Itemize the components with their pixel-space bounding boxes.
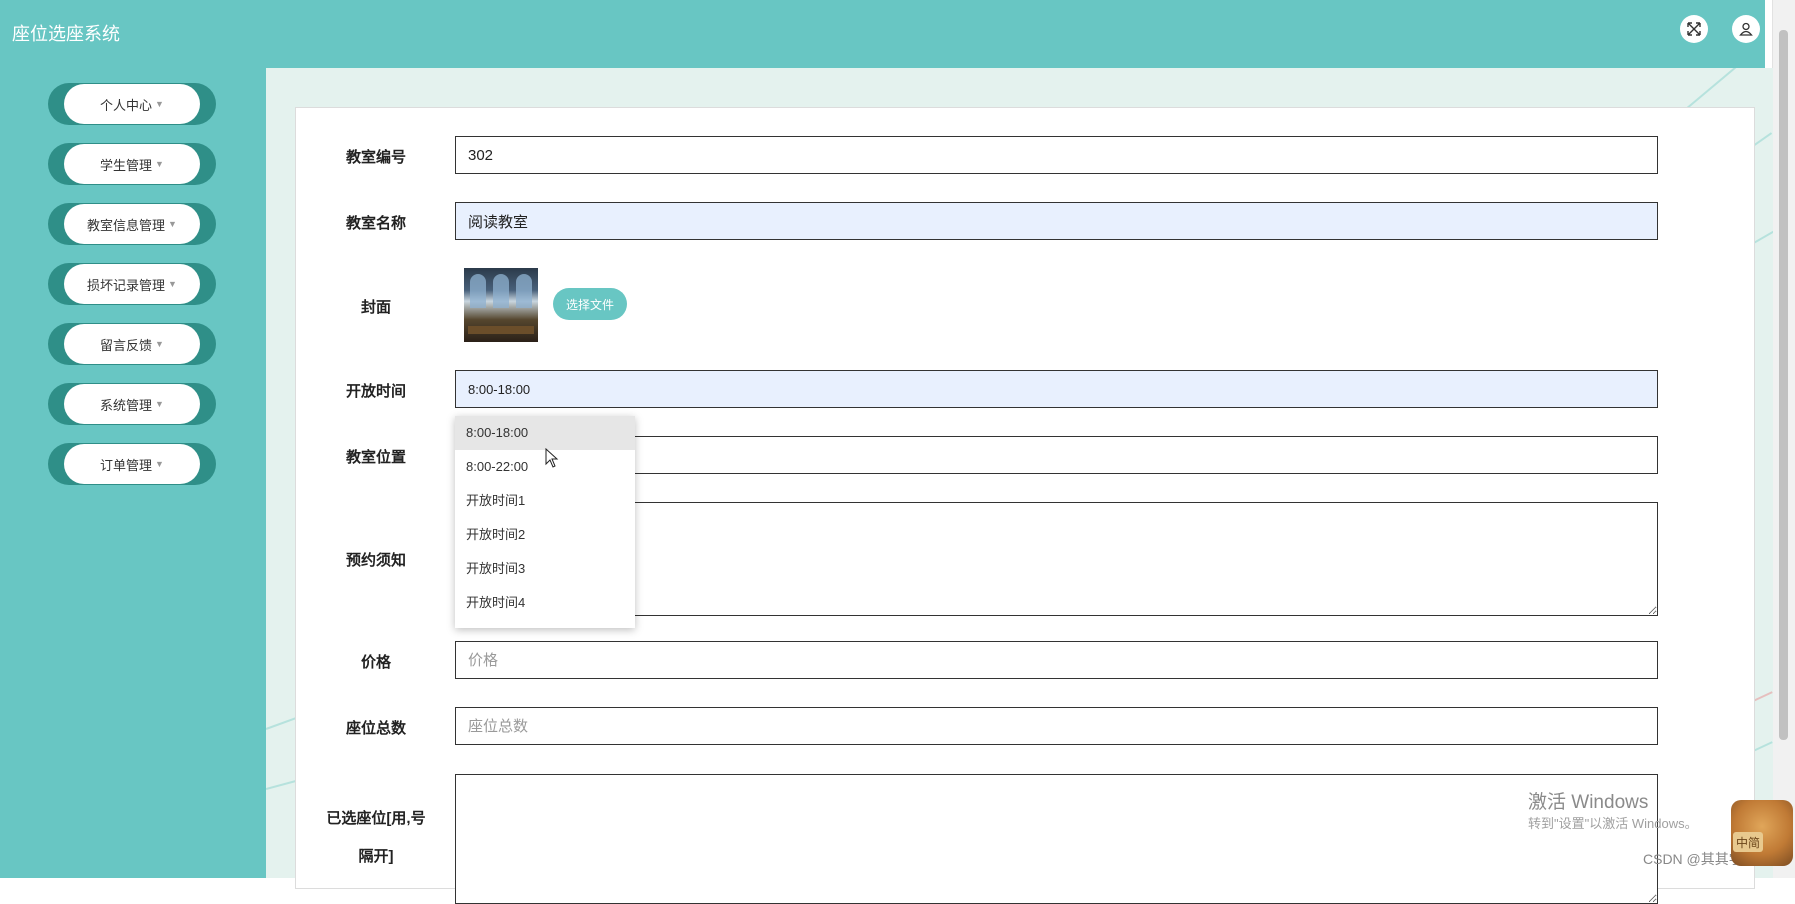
- mouse-cursor-icon: [545, 447, 559, 473]
- location-input[interactable]: [455, 436, 1658, 474]
- cover-image: [464, 268, 538, 342]
- sidebar-item-feedback[interactable]: 留言反馈 ▼: [48, 323, 216, 365]
- activate-windows-title: 激活 Windows: [1528, 792, 1649, 813]
- sidebar-item-student-management[interactable]: 学生管理 ▼: [48, 143, 216, 185]
- open-time-label: 开放时间: [345, 383, 406, 400]
- seat-total-input[interactable]: [455, 707, 1658, 745]
- classroom-name-label: 教室名称: [345, 215, 406, 232]
- caret-down-icon: ▼: [155, 159, 164, 169]
- classroom-name-input[interactable]: [455, 202, 1658, 240]
- notice-label: 预约须知: [345, 552, 406, 569]
- app-title: 座位选座系统: [12, 24, 120, 44]
- sidebar-item-label: 留言反馈: [100, 337, 153, 353]
- selected-seats-label: 已选座位[用,号隔开]: [326, 810, 426, 865]
- caret-down-icon: ▼: [155, 399, 164, 409]
- suggestion-item[interactable]: 8:00-18:00: [455, 416, 635, 450]
- dog-mascot-image: 中简: [1731, 800, 1793, 866]
- sidebar-item-label: 学生管理: [100, 157, 153, 173]
- caret-down-icon: ▼: [155, 99, 164, 109]
- form-card: 教室编号 教室名称 封面 选择文件 开放时间 8:00-18:00 8:00-2…: [295, 107, 1755, 904]
- sidebar-item-label: 订单管理: [100, 457, 153, 473]
- sidebar-item-label: 系统管理: [100, 397, 153, 413]
- classroom-no-input[interactable]: [455, 136, 1658, 174]
- open-time-input[interactable]: [455, 370, 1658, 408]
- user-icon[interactable]: [1732, 15, 1760, 43]
- caret-down-icon: ▼: [155, 459, 164, 469]
- cover-label: 封面: [360, 299, 391, 316]
- sidebar-item-classroom-management[interactable]: 教室信息管理 ▼: [48, 203, 216, 245]
- top-bar: 座位选座系统: [0, 0, 1765, 68]
- price-label: 价格: [360, 654, 391, 671]
- activate-windows-subtitle: 转到"设置"以激活 Windows。: [1528, 816, 1698, 831]
- sidebar-item-label: 损坏记录管理: [87, 277, 166, 293]
- sidebar-item-damage-records[interactable]: 损坏记录管理 ▼: [48, 263, 216, 305]
- classroom-no-label: 教室编号: [345, 149, 406, 166]
- caret-down-icon: ▼: [168, 279, 177, 289]
- notice-textarea[interactable]: [455, 502, 1658, 616]
- sidebar-item-label: 个人中心: [100, 97, 153, 113]
- caret-down-icon: ▼: [168, 219, 177, 229]
- expand-icon[interactable]: [1680, 15, 1708, 43]
- sidebar-item-personal-center[interactable]: 个人中心 ▼: [48, 83, 216, 125]
- caret-down-icon: ▼: [155, 339, 164, 349]
- sidebar-item-order-management[interactable]: 订单管理 ▼: [48, 443, 216, 485]
- selected-seats-textarea[interactable]: [455, 774, 1658, 904]
- suggestion-item[interactable]: 开放时间1: [455, 484, 635, 518]
- sidebar-item-system-management[interactable]: 系统管理 ▼: [48, 383, 216, 425]
- suggestion-item[interactable]: 开放时间2: [455, 518, 635, 552]
- page-scrollbar[interactable]: [1772, 0, 1795, 878]
- location-label: 教室位置: [345, 449, 406, 466]
- sidebar: 个人中心 ▼ 学生管理 ▼ 教室信息管理 ▼ 损坏记录管理 ▼ 留言反馈 ▼ 系统管理 ▼ …: [0, 68, 266, 878]
- choose-file-button[interactable]: 选择文件: [553, 288, 627, 320]
- suggestion-item[interactable]: 开放时间3: [455, 552, 635, 586]
- suggestion-item[interactable]: 开放时间4: [455, 586, 635, 620]
- sidebar-item-label: 教室信息管理: [87, 217, 166, 233]
- dog-tag-label: 中简: [1733, 832, 1763, 852]
- seat-total-label: 座位总数: [345, 720, 406, 737]
- price-input[interactable]: [455, 641, 1658, 679]
